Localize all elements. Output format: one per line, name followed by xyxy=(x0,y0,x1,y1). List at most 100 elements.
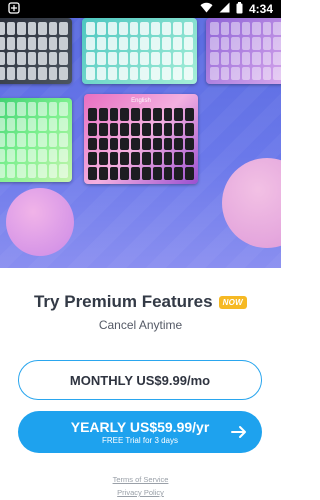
status-time: 4:34 xyxy=(248,2,273,16)
keyboard-key xyxy=(48,164,58,178)
keyboard-key xyxy=(231,67,240,80)
keyboard-key xyxy=(173,37,183,50)
status-left xyxy=(8,1,20,17)
keyboard-key xyxy=(109,122,119,136)
keyboard-key xyxy=(273,37,281,50)
keyboard-key xyxy=(174,122,184,136)
title-row: Try Premium Features NOW xyxy=(0,292,281,312)
privacy-policy-link[interactable]: Privacy Policy xyxy=(0,488,281,497)
keyboard-key xyxy=(107,52,117,65)
keyboard-key xyxy=(86,22,95,35)
keyboard-key xyxy=(17,22,26,35)
keyboard-key xyxy=(241,52,251,65)
keyboard-key xyxy=(142,122,151,136)
keyboard-key xyxy=(120,108,130,121)
keyboard-theme-pink: English xyxy=(84,94,198,184)
keyboard-key xyxy=(142,108,151,121)
keyboard-key xyxy=(48,117,58,132)
keyboard-key xyxy=(152,108,162,121)
keyboard-key xyxy=(59,133,68,147)
keyboard-key xyxy=(59,148,68,163)
keyboard-key xyxy=(59,117,68,132)
keyboard-key xyxy=(0,117,5,132)
keyboard-key xyxy=(152,167,162,180)
keyboard-key xyxy=(152,152,162,166)
keyboard-key xyxy=(6,133,16,147)
keyboard-key xyxy=(252,52,261,65)
keyboard-key xyxy=(48,148,58,163)
keyboard-key xyxy=(107,37,117,50)
keyboard-key xyxy=(48,102,58,116)
keyboard-key xyxy=(109,137,119,151)
monthly-plan-label: MONTHLY US$9.99/mo xyxy=(69,372,211,388)
keyboard-key xyxy=(173,22,183,35)
keyboard-key xyxy=(131,137,140,151)
keyboard-key xyxy=(38,148,47,163)
keyboard-theme-purple xyxy=(206,18,281,84)
keyboard-key xyxy=(220,37,230,50)
keyboard-key xyxy=(163,137,173,151)
keyboard-key xyxy=(142,167,151,180)
keyboard-key xyxy=(48,52,58,65)
keyboard-key xyxy=(120,167,130,180)
monthly-plan-button[interactable]: MONTHLY US$9.99/mo xyxy=(18,360,262,400)
keyboard-theme-green xyxy=(0,98,72,182)
keyboard-key xyxy=(98,152,108,166)
keyboard-key xyxy=(98,108,108,121)
keyboard-key xyxy=(231,52,240,65)
keyboard-key xyxy=(185,137,194,151)
keyboard-key xyxy=(38,52,47,65)
keyboard-key xyxy=(129,22,139,35)
keyboard-key xyxy=(185,122,194,136)
keyboard-key xyxy=(252,67,261,80)
keyboard-key xyxy=(38,133,47,147)
keyboard-key xyxy=(6,164,16,178)
keyboard-themes-preview: English xyxy=(0,18,281,268)
keyboard-key xyxy=(163,122,173,136)
keyboard-key xyxy=(140,22,150,35)
keyboard-key xyxy=(241,22,251,35)
keyboard-key xyxy=(162,67,172,80)
keyboard-key xyxy=(129,37,139,50)
keyboard-key xyxy=(88,122,97,136)
keyboard-key xyxy=(220,67,230,80)
keyboard-key xyxy=(109,152,119,166)
keyboard-key xyxy=(173,52,183,65)
yearly-plan-button[interactable]: YEARLY US$59.99/yr FREE Trial for 3 days xyxy=(18,411,262,453)
keyboard-key xyxy=(27,117,37,132)
keyboard-key xyxy=(6,22,16,35)
keyboard-key xyxy=(252,22,261,35)
keyboard-key xyxy=(59,37,68,50)
keyboard-key xyxy=(262,67,272,80)
keyboard-key xyxy=(27,22,37,35)
yearly-plan-label: YEARLY US$59.99/yr xyxy=(70,419,210,435)
keyboard-key xyxy=(88,167,97,180)
keyboard-key xyxy=(273,52,281,65)
keyboard-key xyxy=(262,37,272,50)
decorative-bubble xyxy=(6,188,74,256)
keyboard-key xyxy=(0,133,5,147)
keyboard-language-label: English xyxy=(131,98,151,104)
keyboard-key xyxy=(152,122,162,136)
keyboard-key xyxy=(131,108,140,121)
keyboard-key xyxy=(210,67,219,80)
keyboard-key xyxy=(120,152,130,166)
keyboard-key xyxy=(184,37,193,50)
status-bar: 4:34 xyxy=(0,0,281,18)
keyboard-key xyxy=(17,164,26,178)
keyboard-key xyxy=(210,22,219,35)
keyboard-key xyxy=(59,22,68,35)
terms-of-service-link[interactable]: Terms of Service xyxy=(0,475,281,484)
page-title: Try Premium Features xyxy=(33,292,213,311)
keyboard-key xyxy=(174,167,184,180)
keyboard-key xyxy=(0,52,5,65)
keyboard-key xyxy=(96,22,106,35)
keyboard-key xyxy=(174,108,184,121)
keyboard-key xyxy=(96,52,106,65)
keyboard-key xyxy=(142,152,151,166)
keyboard-key xyxy=(88,108,97,121)
keyboard-key xyxy=(0,37,5,50)
keyboard-key xyxy=(96,67,106,80)
keyboard-key xyxy=(98,167,108,180)
keyboard-key xyxy=(17,117,26,132)
